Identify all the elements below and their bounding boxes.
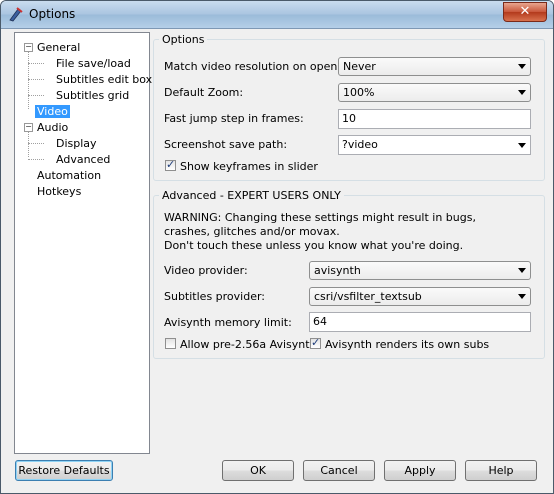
tree-line <box>28 159 44 160</box>
tree-line <box>28 47 29 109</box>
screenshot-path-combo[interactable]: ?video <box>338 135 531 155</box>
window-title: Options <box>29 7 76 21</box>
chevron-down-icon <box>518 143 526 148</box>
default-zoom-label: Default Zoom: <box>164 86 244 99</box>
screenshot-path-label: Screenshot save path: <box>164 138 288 151</box>
subtitles-provider-value: csri/vsfilter_textsub <box>314 290 422 303</box>
show-keyframes-label[interactable]: Show keyframes in slider <box>180 160 318 173</box>
apply-button[interactable]: Apply <box>384 460 456 481</box>
app-icon <box>9 7 23 22</box>
tree-item-subtitles-edit-box[interactable]: Subtitles edit box <box>56 72 152 87</box>
match-resolution-label: Match video resolution on open: <box>164 60 342 73</box>
tree-item-advanced[interactable]: Advanced <box>56 152 110 167</box>
ok-button[interactable]: OK <box>222 460 294 481</box>
chevron-down-icon <box>518 268 526 273</box>
options-tree[interactable]: − General File save/load Subtitles edit … <box>14 32 152 454</box>
warning-line-3: Don't touch these unless you know what y… <box>164 239 464 252</box>
default-zoom-value: 100% <box>343 86 375 99</box>
close-icon: ✕ <box>519 4 531 19</box>
tree-line <box>28 95 44 96</box>
warning-line-1: WARNING: Changing these settings might r… <box>164 211 476 224</box>
allow-pre256-label[interactable]: Allow pre-2.56a Avisynth <box>180 338 317 351</box>
collapse-icon[interactable]: − <box>24 123 33 132</box>
fast-jump-label: Fast jump step in frames: <box>164 112 304 125</box>
options-window: Options ✕ − General File save/load Subti… <box>0 0 554 494</box>
match-resolution-select[interactable]: Never <box>338 57 531 76</box>
video-provider-value: avisynth <box>314 264 361 277</box>
tree-line <box>28 79 44 80</box>
tree-item-hotkeys[interactable]: Hotkeys <box>37 184 81 199</box>
cancel-button[interactable]: Cancel <box>303 460 375 481</box>
tree-item-video[interactable]: Video <box>35 104 70 119</box>
dialog-client: − General File save/load Subtitles edit … <box>7 29 547 487</box>
show-keyframes-checkbox[interactable] <box>165 158 176 171</box>
memory-limit-input[interactable]: 64 <box>309 312 531 332</box>
tree-item-general[interactable]: General <box>37 40 80 55</box>
tree-item-subtitles-grid[interactable]: Subtitles grid <box>56 88 129 103</box>
chevron-down-icon <box>518 64 526 69</box>
help-button[interactable]: Help <box>465 460 537 481</box>
title-bar[interactable]: Options ✕ <box>1 1 553 29</box>
video-provider-select[interactable]: avisynth <box>309 261 531 280</box>
subtitles-provider-label: Subtitles provider: <box>164 290 266 303</box>
memory-limit-label: Avisynth memory limit: <box>164 316 292 329</box>
screenshot-path-value: ?video <box>342 138 378 151</box>
restore-defaults-button[interactable]: Restore Defaults <box>15 460 113 481</box>
subtitles-provider-select[interactable]: csri/vsfilter_textsub <box>309 287 531 306</box>
tree-item-display[interactable]: Display <box>56 136 97 151</box>
tree-line <box>28 63 44 64</box>
avisynth-own-subs-label[interactable]: Avisynth renders its own subs <box>325 338 489 351</box>
tree-item-audio[interactable]: Audio <box>37 120 68 135</box>
tree-item-automation[interactable]: Automation <box>37 168 101 183</box>
advanced-group-title: Advanced - EXPERT USERS ONLY <box>159 189 344 202</box>
close-button[interactable]: ✕ <box>503 2 547 22</box>
tree-item-file-save-load[interactable]: File save/load <box>56 56 131 71</box>
match-resolution-value: Never <box>343 60 376 73</box>
allow-pre256-checkbox[interactable] <box>165 338 176 349</box>
options-group-title: Options <box>159 33 208 46</box>
default-zoom-select[interactable]: 100% <box>338 83 531 102</box>
fast-jump-input[interactable]: 10 <box>338 109 531 129</box>
chevron-down-icon <box>518 90 526 95</box>
video-provider-label: Video provider: <box>164 264 248 277</box>
tree-line <box>28 143 44 144</box>
warning-line-2: crashes, glitches and/or movax. <box>164 225 340 238</box>
avisynth-own-subs-checkbox[interactable] <box>310 336 321 349</box>
collapse-icon[interactable]: − <box>24 43 33 52</box>
chevron-down-icon <box>518 294 526 299</box>
